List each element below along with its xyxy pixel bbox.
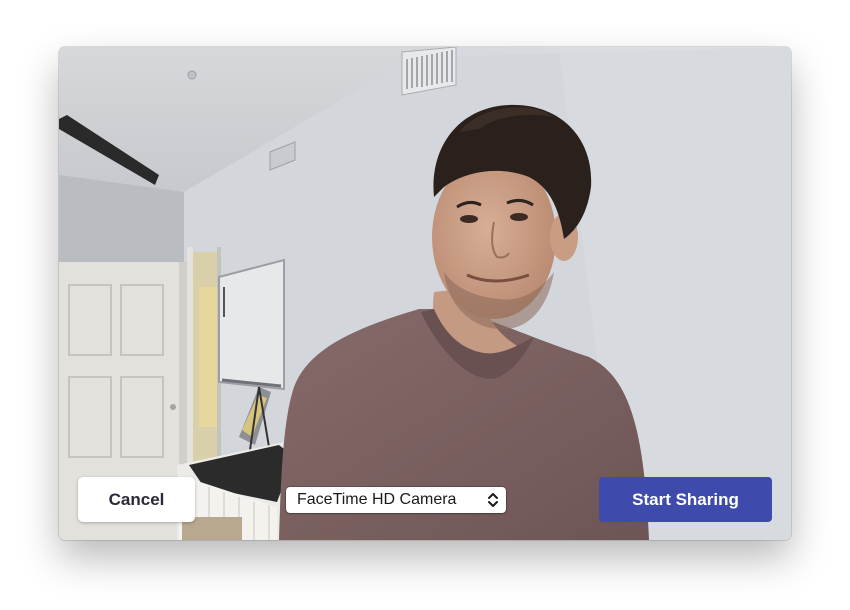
camera-preview xyxy=(59,47,791,540)
camera-share-dialog: Cancel FaceTime HD Camera Start Sharing xyxy=(59,47,791,540)
camera-select[interactable]: FaceTime HD Camera xyxy=(286,487,506,513)
cancel-button[interactable]: Cancel xyxy=(78,477,195,522)
start-sharing-button[interactable]: Start Sharing xyxy=(599,477,772,522)
camera-select-value: FaceTime HD Camera xyxy=(297,491,457,508)
chevron-updown-icon xyxy=(486,490,500,510)
whiteboard xyxy=(218,258,285,391)
